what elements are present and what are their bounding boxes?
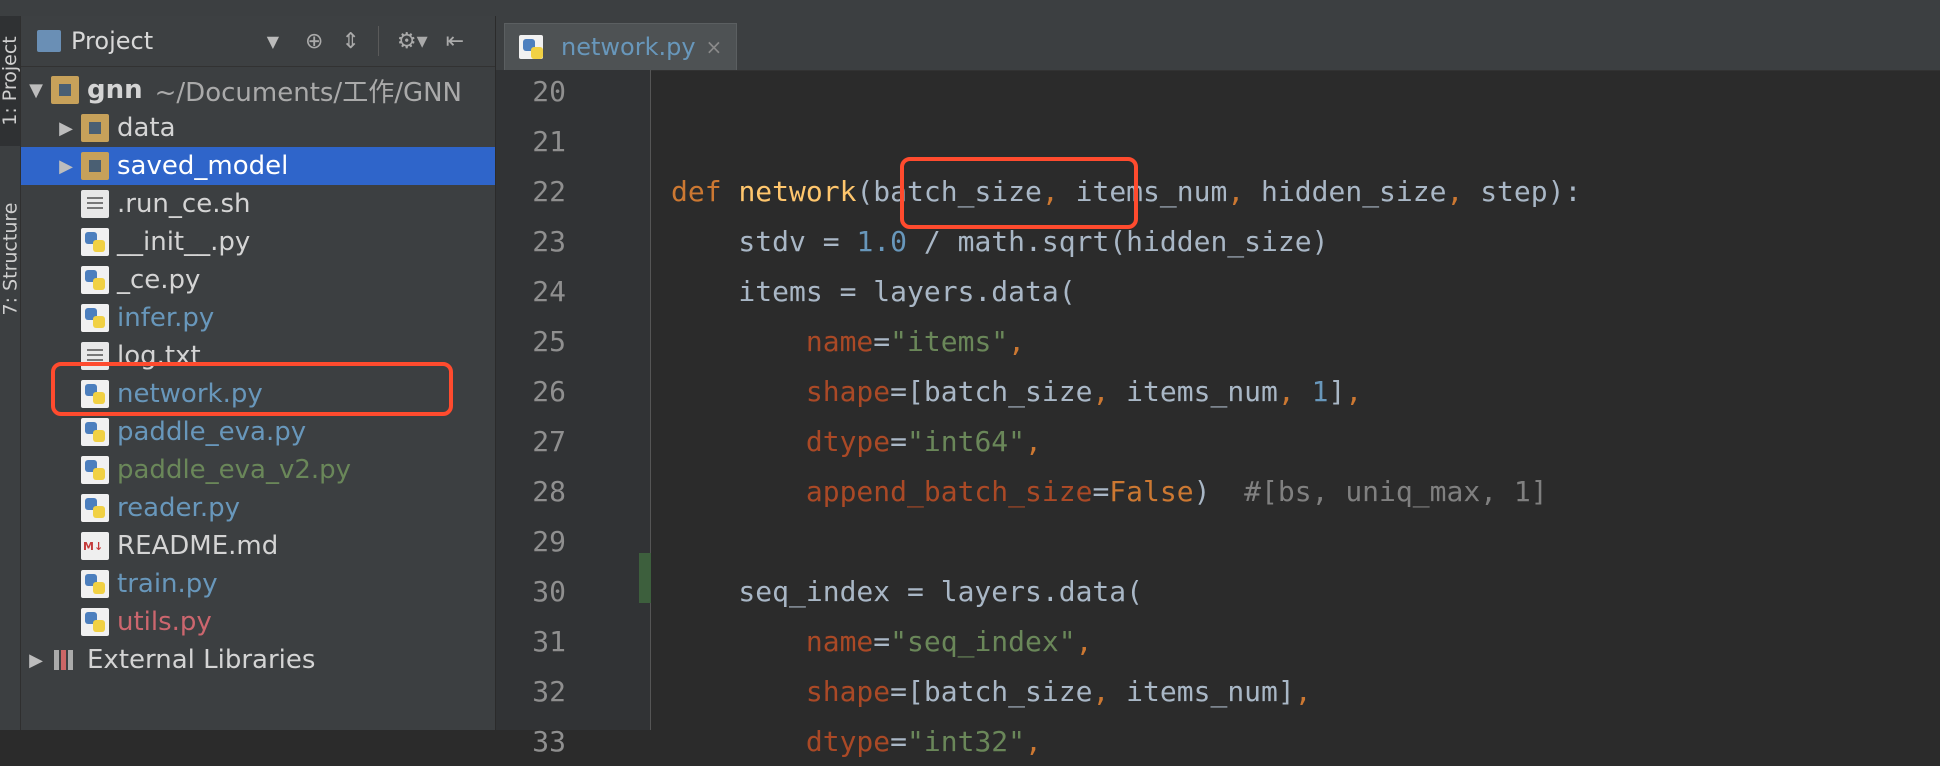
tree-item-data[interactable]: ▶ data: [21, 109, 495, 147]
change-marker: [639, 553, 651, 603]
project-tree: ▼ gnn ~/Documents/工作/GNN ▶ data ▶ saved_…: [21, 67, 495, 679]
folder-icon: [81, 152, 109, 180]
folder-icon: [51, 76, 79, 104]
close-icon[interactable]: ×: [706, 35, 723, 59]
editor-panel: network.py × 20 21 22 def network(batch_…: [496, 16, 1940, 758]
project-title: Project: [71, 27, 154, 55]
code-line-23: 23 stdv = 1.0 / math.sqrt(hidden_size): [532, 224, 1329, 258]
python-file-icon: [81, 608, 109, 636]
project-folder-icon: [37, 30, 61, 52]
tree-item-paddle-eva-v2-py[interactable]: paddle_eva_v2.py: [21, 451, 495, 489]
code-line-27: 27 dtype="int64",: [532, 424, 1042, 458]
code-line-32: 32 shape=[batch_size, items_num],: [532, 674, 1312, 708]
text-file-icon: [81, 342, 109, 370]
tree-item-init-py[interactable]: __init__.py: [21, 223, 495, 261]
python-file-icon: [81, 380, 109, 408]
python-file-icon: [81, 304, 109, 332]
code-line-31: 31 name="seq_index",: [532, 624, 1093, 658]
code-line-25: 25 name="items",: [532, 324, 1026, 358]
top-toolbar-strip: [0, 0, 1940, 17]
toolbar-separator: [377, 26, 379, 56]
tree-item-external-libraries[interactable]: ▶ External Libraries: [21, 641, 495, 679]
python-file-icon: [81, 228, 109, 256]
code-line-33: 33 dtype="int32",: [532, 724, 1042, 758]
text-file-icon: [81, 190, 109, 218]
tree-item-log-txt[interactable]: log.txt: [21, 337, 495, 375]
hide-panel-icon[interactable]: ⇤: [446, 29, 464, 54]
python-file-icon: [519, 35, 543, 59]
collapsed-arrow-icon[interactable]: ▶: [21, 650, 51, 671]
collapse-all-icon[interactable]: ⇕: [341, 29, 359, 54]
code-area[interactable]: 20 21 22 def network(batch_size, items_n…: [496, 70, 1940, 758]
collapsed-arrow-icon[interactable]: ▶: [51, 118, 81, 139]
tree-item-network-py[interactable]: network.py: [21, 375, 495, 413]
tree-item-readme-md[interactable]: README.md: [21, 527, 495, 565]
chevron-down-icon: ▼: [266, 31, 279, 51]
python-file-icon: [81, 456, 109, 484]
python-file-icon: [81, 570, 109, 598]
python-file-icon: [81, 494, 109, 522]
project-panel: Project ▼ ⊕ ⇕ ⚙▾ ⇤ ▼ gnn ~/Documents/工作/…: [21, 16, 496, 730]
code-line-28: 28 append_batch_size=False) #[bs, uniq_m…: [532, 474, 1548, 508]
project-panel-header: Project ▼ ⊕ ⇕ ⚙▾ ⇤: [21, 16, 495, 67]
tree-item-train-py[interactable]: train.py: [21, 565, 495, 603]
code-line-26: 26 shape=[batch_size, items_num, 1],: [532, 374, 1363, 408]
library-icon: [51, 646, 79, 674]
editor-tab-bar: network.py ×: [496, 16, 1940, 71]
left-tool-rail: 1: Project 7: Structure: [0, 16, 21, 730]
tree-item-infer-py[interactable]: infer.py: [21, 299, 495, 337]
project-view-selector[interactable]: Project ▼: [21, 27, 287, 55]
tree-item-utils-py[interactable]: utils.py: [21, 603, 495, 641]
locate-file-icon[interactable]: ⊕: [305, 29, 323, 54]
tree-item-reader-py[interactable]: reader.py: [21, 489, 495, 527]
code-line-24: 24 items = layers.data(: [532, 274, 1076, 308]
rail-tab-project[interactable]: 1: Project: [0, 16, 21, 146]
expanded-arrow-icon[interactable]: ▼: [21, 80, 51, 101]
code-line-30: 30 seq_index = layers.data(: [532, 574, 1144, 608]
python-file-icon: [81, 418, 109, 446]
gear-icon[interactable]: ⚙▾: [397, 29, 428, 54]
tree-item-paddle-eva-py[interactable]: paddle_eva.py: [21, 413, 495, 451]
tree-item-run-ce-sh[interactable]: .run_ce.sh: [21, 185, 495, 223]
tree-item-gnn[interactable]: ▼ gnn ~/Documents/工作/GNN: [21, 71, 495, 109]
collapsed-arrow-icon[interactable]: ▶: [51, 156, 81, 177]
folder-icon: [81, 114, 109, 142]
markdown-file-icon: [81, 532, 109, 560]
tree-item-ce-py[interactable]: _ce.py: [21, 261, 495, 299]
project-tools: ⊕ ⇕ ⚙▾ ⇤: [305, 26, 464, 56]
code-line-22: 22 def network(batch_size, items_num, hi…: [532, 174, 1582, 208]
rail-tab-structure[interactable]: 7: Structure: [0, 184, 21, 334]
tree-item-saved-model[interactable]: ▶ saved_model: [21, 147, 495, 185]
python-file-icon: [81, 266, 109, 294]
tab-network-py[interactable]: network.py ×: [504, 23, 738, 70]
